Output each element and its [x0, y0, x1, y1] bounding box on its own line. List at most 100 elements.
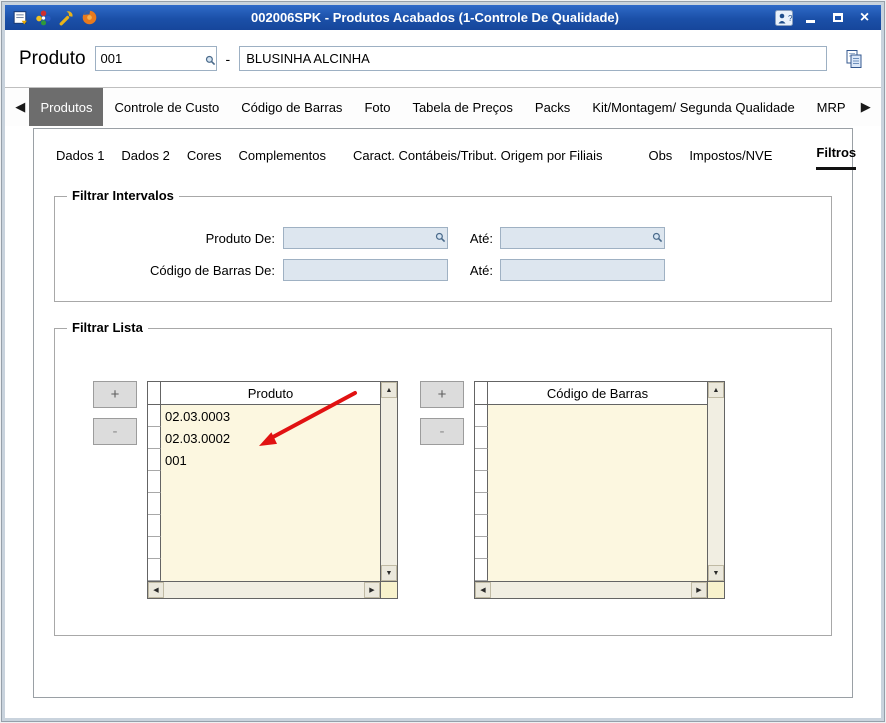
- scroll-left-icon[interactable]: ◀: [475, 582, 491, 598]
- product-name-input[interactable]: [239, 46, 828, 71]
- product-row[interactable]: [148, 493, 380, 515]
- produto-ate-field[interactable]: [500, 227, 665, 249]
- close-button[interactable]: ×: [852, 8, 877, 27]
- barcode-row[interactable]: [475, 405, 707, 427]
- magnifier-icon[interactable]: [652, 230, 663, 248]
- magnifier-icon[interactable]: [205, 53, 216, 71]
- scroll-down-icon[interactable]: ▼: [381, 565, 397, 581]
- subtab-complementos[interactable]: Complementos: [239, 148, 326, 170]
- scroll-track[interactable]: [164, 582, 364, 598]
- barcode-row[interactable]: [475, 427, 707, 449]
- row-selector[interactable]: [148, 537, 161, 559]
- row-selector[interactable]: [475, 537, 488, 559]
- product-cell[interactable]: [161, 559, 380, 581]
- subtab-caract-contabeis[interactable]: Caract. Contábeis/Tribut. Origem por Fil…: [353, 148, 603, 170]
- scroll-up-icon[interactable]: ▲: [708, 382, 724, 398]
- row-selector[interactable]: [148, 405, 161, 427]
- barcode-cell[interactable]: [488, 559, 707, 581]
- product-row[interactable]: [148, 471, 380, 493]
- subtab-dados-1[interactable]: Dados 1: [56, 148, 104, 170]
- tab-packs[interactable]: Packs: [524, 88, 581, 126]
- row-selector[interactable]: [475, 515, 488, 537]
- copy-icon[interactable]: [843, 48, 865, 70]
- row-selector[interactable]: [475, 405, 488, 427]
- tab-produtos[interactable]: Produtos: [29, 88, 104, 126]
- scroll-right-icon[interactable]: ▶: [691, 582, 707, 598]
- tab-codigo-de-barras[interactable]: Código de Barras: [230, 88, 353, 126]
- tab-tabela-de-precos[interactable]: Tabela de Preços: [401, 88, 523, 126]
- product-add-button[interactable]: +: [93, 381, 137, 408]
- barcode-vertical-scrollbar[interactable]: ▲ ▼: [707, 382, 724, 581]
- product-row[interactable]: 001: [148, 449, 380, 471]
- magnifier-icon[interactable]: [435, 230, 446, 248]
- scroll-track[interactable]: [708, 398, 724, 565]
- product-vertical-scrollbar[interactable]: ▲ ▼: [380, 382, 397, 581]
- barcode-cell[interactable]: [488, 471, 707, 493]
- product-row[interactable]: 02.03.0003: [148, 405, 380, 427]
- product-cell[interactable]: 02.03.0002: [161, 427, 380, 449]
- barcode-cell[interactable]: [488, 515, 707, 537]
- tab-mrp[interactable]: MRP: [806, 88, 857, 126]
- scroll-right-icon[interactable]: ▶: [364, 582, 380, 598]
- browser-icon[interactable]: [79, 7, 100, 28]
- barcode-cell[interactable]: [488, 405, 707, 427]
- product-row[interactable]: [148, 537, 380, 559]
- subtab-impostos-nve[interactable]: Impostos/NVE: [689, 148, 772, 170]
- tab-controle-de-custo[interactable]: Controle de Custo: [103, 88, 230, 126]
- subtab-obs[interactable]: Obs: [648, 148, 672, 170]
- help-user-icon[interactable]: ?: [771, 8, 796, 27]
- barcode-cell[interactable]: [488, 427, 707, 449]
- form-icon[interactable]: [10, 7, 31, 28]
- row-selector[interactable]: [475, 449, 488, 471]
- product-horizontal-scrollbar[interactable]: ◀ ▶: [148, 581, 380, 598]
- product-cell[interactable]: [161, 493, 380, 515]
- subtab-filtros[interactable]: Filtros: [816, 145, 857, 170]
- product-row[interactable]: [148, 515, 380, 537]
- scroll-down-icon[interactable]: ▼: [708, 565, 724, 581]
- barras-ate-field[interactable]: [500, 259, 665, 281]
- scroll-track[interactable]: [491, 582, 691, 598]
- row-selector[interactable]: [148, 449, 161, 471]
- product-remove-button[interactable]: -: [93, 418, 137, 445]
- product-row[interactable]: 02.03.0002: [148, 427, 380, 449]
- tab-foto[interactable]: Foto: [353, 88, 401, 126]
- row-selector[interactable]: [148, 471, 161, 493]
- produto-de-field[interactable]: [283, 227, 448, 249]
- subtab-cores[interactable]: Cores: [187, 148, 222, 170]
- subtab-dados-2[interactable]: Dados 2: [121, 148, 169, 170]
- barcode-row[interactable]: [475, 449, 707, 471]
- product-cell[interactable]: [161, 515, 380, 537]
- scroll-track[interactable]: [381, 398, 397, 565]
- row-selector[interactable]: [148, 559, 161, 581]
- barcode-add-button[interactable]: +: [420, 381, 464, 408]
- minimize-button[interactable]: [798, 8, 823, 27]
- barcode-row[interactable]: [475, 559, 707, 581]
- product-code-input[interactable]: [94, 46, 217, 71]
- row-selector[interactable]: [148, 493, 161, 515]
- barcode-row[interactable]: [475, 493, 707, 515]
- barras-de-field[interactable]: [283, 259, 448, 281]
- barcode-row[interactable]: [475, 537, 707, 559]
- scroll-up-icon[interactable]: ▲: [381, 382, 397, 398]
- barcode-cell[interactable]: [488, 493, 707, 515]
- scroll-left-icon[interactable]: ◀: [148, 582, 164, 598]
- barcode-remove-button[interactable]: -: [420, 418, 464, 445]
- product-row[interactable]: [148, 559, 380, 581]
- row-selector[interactable]: [475, 559, 488, 581]
- barcode-cell[interactable]: [488, 537, 707, 559]
- tabs-scroll-left-icon[interactable]: ◀: [11, 88, 29, 126]
- row-selector[interactable]: [475, 493, 488, 515]
- wrench-icon[interactable]: [56, 7, 77, 28]
- row-selector[interactable]: [475, 471, 488, 493]
- barcode-row[interactable]: [475, 471, 707, 493]
- maximize-button[interactable]: [825, 8, 850, 27]
- row-selector[interactable]: [148, 427, 161, 449]
- product-cell[interactable]: 02.03.0003: [161, 405, 380, 427]
- tab-kit-montagem[interactable]: Kit/Montagem/ Segunda Qualidade: [581, 88, 805, 126]
- row-selector[interactable]: [475, 427, 488, 449]
- barcode-horizontal-scrollbar[interactable]: ◀ ▶: [475, 581, 707, 598]
- barcode-row[interactable]: [475, 515, 707, 537]
- product-cell[interactable]: [161, 537, 380, 559]
- row-selector[interactable]: [148, 515, 161, 537]
- tabs-scroll-right-icon[interactable]: ▶: [857, 88, 875, 126]
